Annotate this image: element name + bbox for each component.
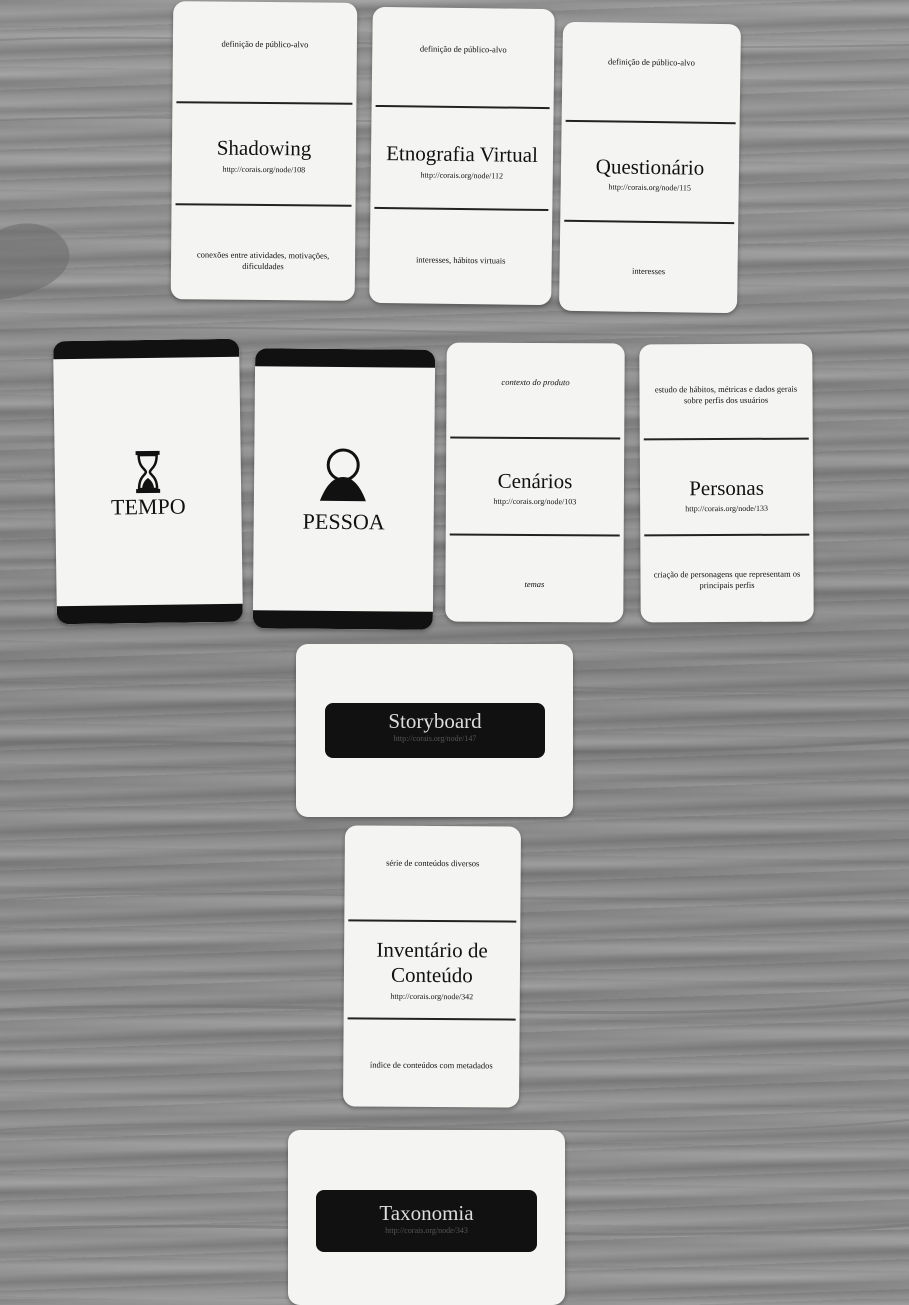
card-url: http://corais.org/node/343	[385, 1226, 468, 1235]
card-storyboard: Storyboard http://corais.org/node/147	[296, 644, 573, 817]
card-title: Inventário de Conteúdo	[376, 937, 488, 988]
card-url: http://corais.org/node/133	[685, 503, 769, 514]
card-bottom-text: criação de personagens que representam o…	[653, 568, 801, 591]
person-icon	[319, 448, 366, 502]
card-title: Etnografia Virtual	[386, 141, 539, 167]
card-cenarios: contexto do produto Cenários http://cora…	[445, 342, 625, 623]
card-title: Personas	[689, 475, 764, 501]
card-bottom-text: índice de conteúdos com metadados	[369, 1059, 493, 1071]
card-top-text: definição de público-alvo	[607, 56, 695, 68]
divider	[175, 203, 352, 207]
divider	[374, 206, 549, 211]
divider	[375, 104, 550, 109]
card-top-text: série de conteúdos diversos	[386, 857, 480, 869]
card-bottom-text: temas	[524, 578, 545, 590]
card-bottom-text: conexões entre atividades, motivações, d…	[196, 249, 330, 272]
card-band-bottom	[56, 603, 243, 625]
card-etnografia-virtual: definição de público-alvo Etnografia Vir…	[369, 6, 555, 306]
card-title: Cenários	[497, 468, 573, 494]
card-inventario-de-conteudo: série de conteúdos diversos Inventário d…	[343, 825, 521, 1108]
card-url: http://corais.org/node/115	[608, 182, 691, 193]
card-title: Questionário	[595, 154, 705, 180]
card-questionario: definição de público-alvo Questionário h…	[558, 21, 742, 314]
card-tempo: TEMPO	[53, 338, 243, 625]
divider	[176, 101, 353, 105]
card-label: TEMPO	[110, 493, 186, 520]
card-top-text: definição de público-alvo	[221, 38, 309, 50]
card-url: http://corais.org/node/112	[420, 170, 504, 181]
card-top-text: contexto do produto	[501, 376, 570, 388]
card-band-top	[53, 338, 240, 360]
divider	[450, 436, 621, 439]
divider	[643, 437, 809, 440]
card-bottom-text: interesses, hábitos virtuais	[415, 254, 506, 266]
card-band-top	[255, 348, 436, 368]
divider	[347, 1017, 516, 1021]
card-title: Storyboard	[388, 709, 482, 733]
card-url: http://corais.org/node/108	[222, 164, 306, 175]
card-taxonomia: Taxonomia http://corais.org/node/343	[288, 1130, 565, 1305]
card-title: Taxonomia	[379, 1201, 474, 1225]
card-url: http://corais.org/node/342	[390, 991, 474, 1002]
taxonomia-label-box: Taxonomia http://corais.org/node/343	[316, 1190, 537, 1252]
card-label: PESSOA	[302, 508, 385, 535]
card-top-text: estudo de hábitos, métricas e dados gera…	[654, 383, 798, 406]
card-bottom-text: interesses	[631, 265, 666, 277]
card-title: Shadowing	[216, 135, 312, 161]
card-url: http://corais.org/node/147	[393, 734, 477, 743]
card-personas: estudo de hábitos, métricas e dados gera…	[639, 343, 814, 623]
storyboard-label-box: Storyboard http://corais.org/node/147	[325, 703, 545, 758]
card-pessoa: PESSOA	[252, 348, 436, 630]
card-url: http://corais.org/node/103	[493, 496, 577, 507]
card-top-text: definição de público-alvo	[419, 43, 507, 55]
divider	[348, 919, 517, 923]
card-shadowing: definição de público-alvo Shadowing http…	[170, 1, 358, 301]
divider	[565, 119, 736, 124]
card-band-bottom	[252, 610, 433, 630]
divider	[644, 533, 810, 536]
divider	[564, 219, 735, 224]
hourglass-icon	[135, 450, 161, 494]
divider	[449, 533, 620, 536]
